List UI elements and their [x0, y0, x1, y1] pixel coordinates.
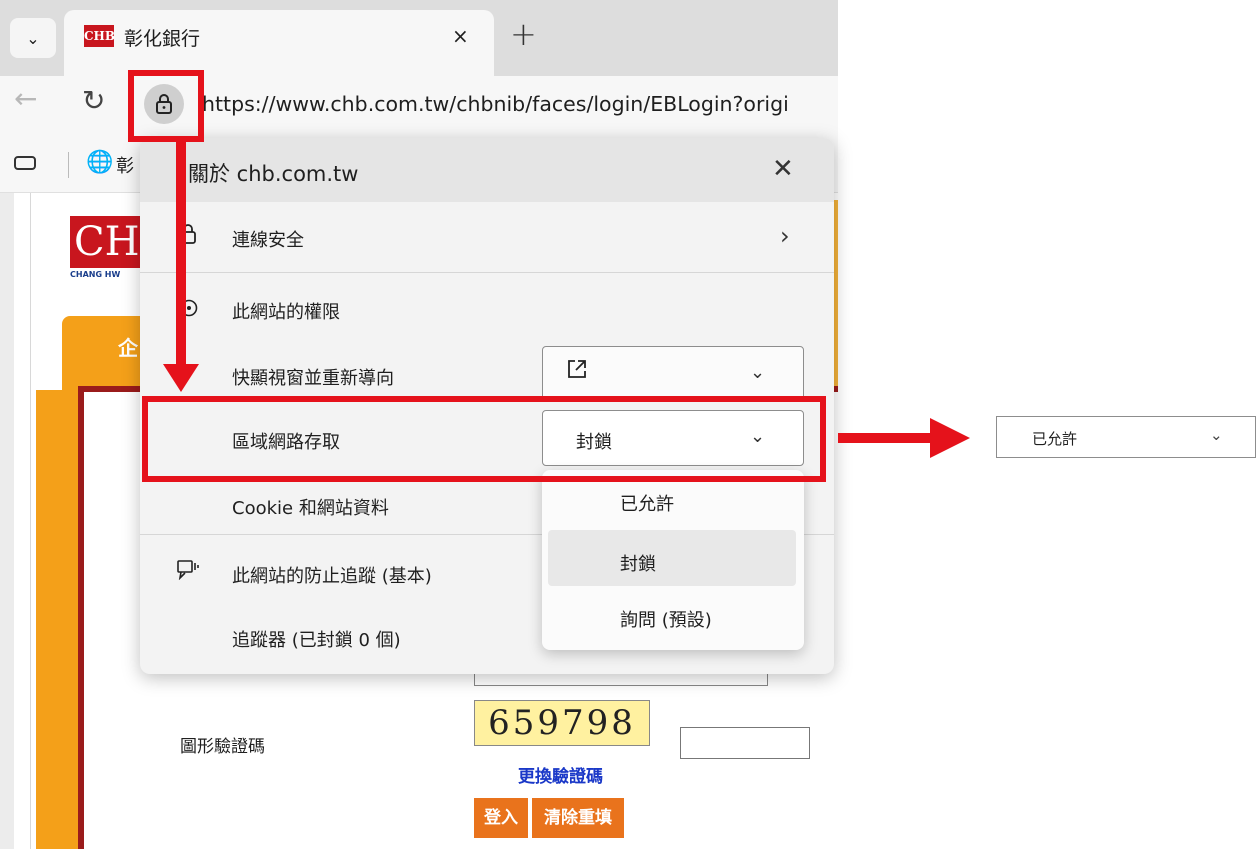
- trackers-item[interactable]: 追蹤器 (已封鎖 0 個): [232, 626, 401, 652]
- chevron-down-icon: ⌄: [750, 362, 766, 383]
- annotation-arrow-right: [838, 433, 936, 443]
- captcha-label: 圖形驗證碼: [180, 737, 265, 757]
- page-left-margin: [0, 193, 14, 849]
- option-allowed[interactable]: 已允許: [620, 490, 674, 516]
- lock-highlight-box: [128, 70, 204, 142]
- arrow-right-icon: [930, 418, 970, 458]
- cookies-site-data-item[interactable]: Cookie 和網站資料: [232, 494, 389, 520]
- chevron-down-icon: ⌄: [1210, 426, 1223, 444]
- page-divider: [30, 193, 31, 849]
- collections-icon[interactable]: [14, 156, 36, 170]
- annotation-arrow-down: [176, 142, 186, 368]
- back-button[interactable]: ←: [14, 82, 37, 115]
- option-ask-default[interactable]: 詢問 (預設): [620, 606, 712, 632]
- captcha-input[interactable]: [680, 727, 810, 759]
- chb-logo-subtitle: CHANG HW: [70, 270, 121, 279]
- result-select-value: 已允許: [1032, 430, 1078, 448]
- popup-title: 關於 chb.com.tw: [188, 162, 359, 186]
- chevron-right-icon[interactable]: ›: [780, 222, 790, 250]
- open-external-icon: [566, 358, 588, 386]
- option-block[interactable]: 封鎖: [620, 550, 656, 576]
- lan-highlight-box: [142, 396, 826, 482]
- page-frame-inner: [78, 392, 84, 849]
- favorite-item[interactable]: 彰: [116, 152, 134, 178]
- captcha-image: 659798: [474, 700, 650, 746]
- chb-logo: CH: [70, 216, 144, 268]
- tab-list-button[interactable]: ⌄: [10, 18, 56, 58]
- close-popup-icon[interactable]: ✕: [772, 154, 794, 184]
- tracking-prevention-icon: [176, 558, 200, 585]
- login-button[interactable]: 登入: [474, 798, 528, 838]
- address-bar[interactable]: https://www.chb.com.tw/chbnib/faces/logi…: [202, 92, 838, 116]
- globe-icon: 🌐: [86, 150, 114, 175]
- arrow-down-icon: [163, 364, 199, 392]
- page-frame: [36, 390, 78, 849]
- popup-divider: [140, 272, 834, 273]
- close-tab-icon[interactable]: ×: [452, 24, 469, 48]
- tracking-prevention-label: 此網站的防止追蹤 (基本): [232, 566, 432, 587]
- new-tab-button[interactable]: +: [510, 15, 537, 53]
- favorites-separator: [68, 152, 69, 178]
- site-favicon: CHB: [84, 25, 115, 47]
- popups-redirects-label: 快顯視窗並重新導向: [232, 368, 394, 389]
- orange-tab-label: 企: [118, 336, 138, 360]
- reload-button[interactable]: ↻: [82, 84, 105, 117]
- connection-security-item[interactable]: 連線安全: [232, 226, 304, 252]
- site-permissions-heading: 此網站的權限: [232, 302, 340, 323]
- tab-title: 彰化銀行: [124, 28, 201, 50]
- reset-button[interactable]: 清除重填: [532, 798, 624, 838]
- chevron-down-icon: ⌄: [26, 28, 40, 48]
- refresh-captcha-link[interactable]: 更換驗證碼: [518, 762, 603, 787]
- option-block-highlight: [548, 530, 796, 586]
